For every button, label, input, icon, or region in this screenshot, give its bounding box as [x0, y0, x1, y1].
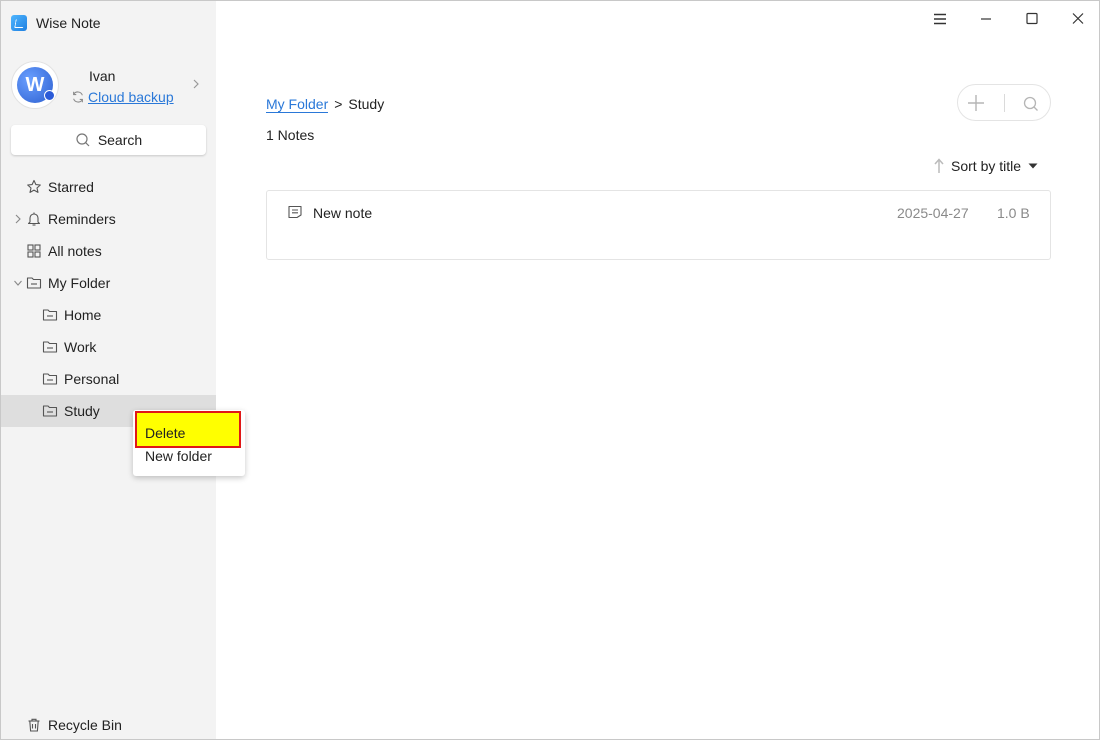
search-label: Search — [97, 132, 143, 148]
sidebar-item-label: Home — [64, 307, 102, 323]
breadcrumb-separator: > — [334, 96, 343, 112]
sidebar-item-work[interactable]: Work — [1, 331, 216, 363]
folder-icon — [42, 373, 58, 385]
profile-section[interactable]: W Ivan Cloud backup — [11, 61, 206, 111]
action-pill — [957, 84, 1051, 121]
context-menu-label: New folder — [145, 448, 212, 464]
search-icon — [76, 133, 90, 147]
breadcrumb-current: Study — [348, 96, 385, 112]
user-name: Ivan — [89, 68, 116, 84]
search-button[interactable]: Search — [11, 125, 206, 155]
sidebar-item-label: Personal — [64, 371, 120, 387]
close-icon[interactable] — [1068, 9, 1088, 29]
sidebar-nav: Starred Reminders All notes My Folder Ho… — [1, 171, 216, 427]
app-title: Wise Note — [36, 15, 101, 31]
pill-divider — [1004, 94, 1005, 112]
trash-icon — [28, 718, 40, 732]
sidebar-item-my-folder[interactable]: My Folder — [1, 267, 216, 299]
app-title-bar: Wise Note — [11, 13, 101, 33]
sidebar-item-personal[interactable]: Personal — [1, 363, 216, 395]
sort-label: Sort by title — [951, 158, 1022, 174]
bell-icon — [27, 212, 41, 226]
sidebar-item-starred[interactable]: Starred — [1, 171, 216, 203]
sidebar-item-label: Study — [64, 403, 100, 419]
sidebar-item-recycle-bin[interactable]: Recycle Bin — [1, 711, 216, 739]
note-card[interactable]: New note 2025-04-27 1.0 B — [266, 190, 1051, 260]
sidebar-item-reminders[interactable]: Reminders — [1, 203, 216, 235]
hamburger-menu-icon[interactable] — [930, 9, 950, 29]
app-logo-icon — [11, 15, 27, 31]
avatar-letter: W — [25, 73, 45, 96]
caret-down-icon — [1028, 163, 1038, 169]
sort-arrow-up-icon — [934, 158, 944, 173]
maximize-icon[interactable] — [1022, 9, 1042, 29]
context-menu-new-folder[interactable]: New folder — [145, 448, 212, 464]
note-title: New note — [313, 205, 373, 221]
sidebar-item-label: Work — [64, 339, 97, 355]
folder-icon — [26, 277, 42, 289]
context-menu-label: Delete — [145, 424, 186, 441]
star-icon — [27, 179, 41, 193]
context-menu-delete[interactable]: Delete — [135, 411, 241, 448]
chevron-right-icon[interactable] — [191, 77, 201, 91]
sidebar-item-label: My Folder — [48, 275, 111, 291]
avatar[interactable]: W — [11, 61, 59, 109]
cloud-backup[interactable]: Cloud backup — [71, 89, 174, 105]
sidebar-item-home[interactable]: Home — [1, 299, 216, 331]
sidebar-item-all-notes[interactable]: All notes — [1, 235, 216, 267]
add-note-icon[interactable] — [966, 93, 986, 113]
chevron-right-icon[interactable] — [13, 213, 23, 225]
note-document-icon — [288, 205, 302, 219]
sort-control[interactable]: Sort by title — [933, 158, 1039, 174]
note-date: 2025-04-27 — [897, 205, 969, 221]
context-menu: Delete New folder — [133, 410, 245, 476]
sidebar-item-label: Starred — [48, 179, 94, 195]
sidebar-item-label: Reminders — [48, 211, 116, 227]
grid-icon — [27, 244, 41, 258]
minimize-icon[interactable] — [976, 9, 996, 29]
sidebar-item-label: All notes — [48, 243, 102, 259]
sidebar: Wise Note W Ivan Cloud backup Search Sta… — [1, 1, 216, 739]
breadcrumb: My Folder > Study — [266, 96, 384, 113]
folder-icon — [42, 309, 58, 321]
cloud-backup-link[interactable]: Cloud backup — [88, 89, 174, 105]
search-icon[interactable] — [1022, 95, 1040, 113]
folder-icon — [42, 405, 58, 417]
note-size: 1.0 B — [997, 205, 1030, 221]
breadcrumb-parent-link[interactable]: My Folder — [266, 96, 329, 113]
folder-icon — [42, 341, 58, 353]
note-count: 1 Notes — [266, 127, 315, 143]
chevron-down-icon[interactable] — [13, 277, 23, 289]
recycle-bin-label: Recycle Bin — [48, 717, 122, 733]
avatar-badge — [44, 90, 55, 101]
app-window: Wise Note W Ivan Cloud backup Search Sta… — [0, 0, 1100, 740]
sync-icon — [73, 91, 83, 103]
